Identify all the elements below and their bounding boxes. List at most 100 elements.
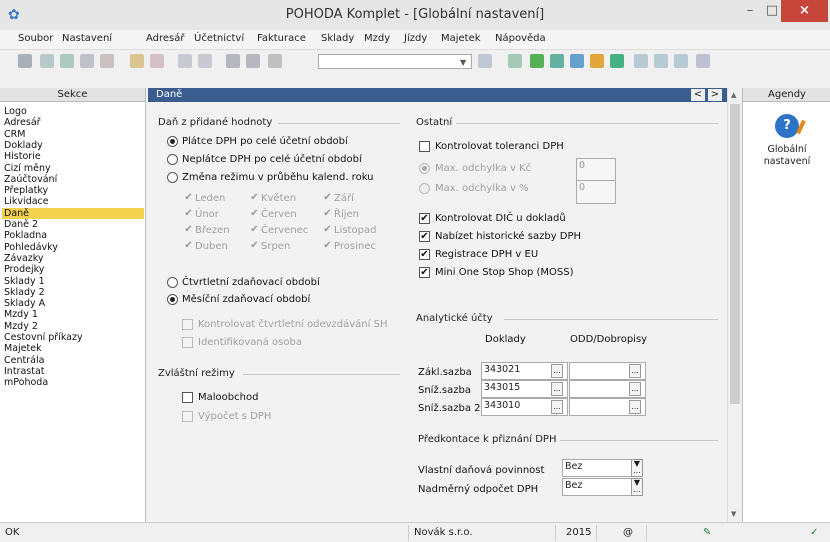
status-pen-icon[interactable]: ✎: [703, 527, 711, 538]
month-checkbox[interactable]: ✔: [249, 225, 260, 236]
sekce-item[interactable]: Pokladna: [4, 230, 47, 241]
neplatce-radio[interactable]: [167, 154, 178, 165]
scroll-up-icon[interactable]: ▲: [731, 91, 736, 99]
agenda-label-1[interactable]: Globální: [743, 144, 830, 155]
sekce-item[interactable]: mPohoda: [4, 377, 48, 388]
users-icon[interactable]: [590, 54, 604, 68]
month-checkbox[interactable]: ✔: [249, 241, 260, 252]
delete-icon[interactable]: [100, 54, 114, 68]
sniz-sazba-odd-browse-button[interactable]: ...: [629, 382, 641, 396]
month-checkbox[interactable]: ✔: [183, 241, 194, 252]
sniz-sazba-browse-button[interactable]: ...: [551, 382, 563, 396]
vlastni-select[interactable]: Bez: [562, 459, 642, 477]
registrace-checkbox[interactable]: ✔: [419, 249, 430, 260]
kontrolovat-sh-checkbox[interactable]: [182, 319, 193, 330]
menu-nastaveni[interactable]: Nastavení: [62, 33, 112, 44]
sekce-item[interactable]: Přeplatky: [4, 185, 48, 196]
sniz-sazba2-browse-button[interactable]: ...: [551, 400, 563, 414]
sekce-item[interactable]: CRM: [4, 129, 25, 140]
next-section-button[interactable]: >: [708, 89, 722, 101]
menu-mzdy[interactable]: Mzdy: [364, 33, 390, 44]
back-icon[interactable]: [178, 54, 192, 68]
sekce-item[interactable]: Zaúčtování: [4, 174, 57, 185]
global-settings-icon[interactable]: ?: [775, 114, 799, 138]
sekce-item[interactable]: Cestovní příkazy: [4, 332, 83, 343]
month-checkbox[interactable]: ✔: [183, 225, 194, 236]
menu-fakturace[interactable]: Fakturace: [257, 33, 306, 44]
month-checkbox[interactable]: ✔: [249, 209, 260, 220]
sekce-item[interactable]: Likvidace: [4, 196, 49, 207]
menu-ucetnictvi[interactable]: Účetnictví: [194, 33, 244, 44]
sekce-item[interactable]: Daně 2: [4, 219, 38, 230]
folder-icon[interactable]: [508, 54, 522, 68]
save-all-icon[interactable]: [246, 54, 260, 68]
ctvrtletni-radio[interactable]: [167, 277, 178, 288]
menu-jizdy[interactable]: Jízdy: [404, 33, 427, 44]
ban-icon[interactable]: [610, 54, 624, 68]
dic-checkbox[interactable]: ✔: [419, 213, 430, 224]
sekce-item[interactable]: Logo: [4, 106, 27, 117]
attach-icon[interactable]: [268, 54, 282, 68]
max-kc-radio[interactable]: [419, 163, 430, 174]
max-pct-input[interactable]: 0: [576, 180, 616, 204]
status-check-icon[interactable]: ✓: [810, 527, 818, 538]
zakl-sazba-odd-browse-button[interactable]: ...: [629, 364, 641, 378]
main-scrollbar[interactable]: ▲ ▼: [727, 88, 741, 522]
identifikovana-checkbox[interactable]: [182, 337, 193, 348]
print-icon[interactable]: [18, 54, 32, 68]
month-checkbox[interactable]: ✔: [322, 193, 333, 204]
close-button[interactable]: ×: [781, 0, 828, 22]
sekce-item[interactable]: Závazky: [4, 253, 44, 264]
sekce-item[interactable]: Sklady A: [4, 298, 45, 309]
copy-icon[interactable]: [80, 54, 94, 68]
sniz-sazba2-odd-browse-button[interactable]: ...: [629, 400, 641, 414]
sekce-item[interactable]: Adresář: [4, 117, 41, 128]
sekce-item[interactable]: Doklady: [4, 140, 43, 151]
menu-sklady[interactable]: Sklady: [321, 33, 354, 44]
month-checkbox[interactable]: ✔: [249, 193, 260, 204]
list-icon[interactable]: [654, 54, 668, 68]
calendar-icon[interactable]: [570, 54, 584, 68]
max-pct-radio[interactable]: [419, 183, 430, 194]
scroll-down-icon[interactable]: ▼: [731, 510, 736, 518]
zmena-radio[interactable]: [167, 172, 178, 183]
platce-radio[interactable]: [167, 136, 178, 147]
sekce-item[interactable]: Historie: [4, 151, 41, 162]
sekce-item[interactable]: Sklady 2: [4, 287, 45, 298]
sekce-item[interactable]: Intrastat: [4, 366, 45, 377]
filter-icon[interactable]: [150, 54, 164, 68]
help-icon[interactable]: [696, 54, 710, 68]
month-checkbox[interactable]: ✔: [322, 241, 333, 252]
sekce-item[interactable]: Daně: [2, 207, 144, 219]
sekce-item[interactable]: Majetek: [4, 343, 42, 354]
toolbar-combo[interactable]: [318, 54, 472, 69]
month-checkbox[interactable]: ✔: [322, 225, 333, 236]
maloobchod-checkbox[interactable]: [182, 392, 193, 403]
sekce-item[interactable]: Prodejky: [4, 264, 44, 275]
zakl-sazba-browse-button[interactable]: ...: [551, 364, 563, 378]
calculator-icon[interactable]: [550, 54, 564, 68]
vlastni-dropdown-icon[interactable]: ▼…: [631, 459, 643, 477]
table-icon[interactable]: [634, 54, 648, 68]
scroll-thumb[interactable]: [730, 104, 740, 404]
nadmerny-select[interactable]: Bez: [562, 478, 642, 496]
tolerance-checkbox[interactable]: [419, 141, 430, 152]
month-checkbox[interactable]: ✔: [322, 209, 333, 220]
status-at-icon[interactable]: @: [623, 527, 633, 538]
menu-adresar[interactable]: Adresář: [146, 33, 185, 44]
max-kc-input[interactable]: 0: [576, 158, 616, 182]
green-tool-icon[interactable]: [530, 54, 544, 68]
menu-majetek[interactable]: Majetek: [441, 33, 481, 44]
sekce-item[interactable]: Centrála: [4, 355, 44, 366]
historicke-checkbox[interactable]: ✔: [419, 231, 430, 242]
grid-icon[interactable]: [674, 54, 688, 68]
moss-checkbox[interactable]: ✔: [419, 267, 430, 278]
vypocet-checkbox[interactable]: [182, 411, 193, 422]
clear-filter-icon[interactable]: [478, 54, 492, 68]
edit-icon[interactable]: [40, 54, 54, 68]
sekce-item[interactable]: Sklady 1: [4, 276, 45, 287]
save-icon[interactable]: [226, 54, 240, 68]
sekce-item[interactable]: Mzdy 1: [4, 309, 38, 320]
add-icon[interactable]: [60, 54, 74, 68]
month-checkbox[interactable]: ✔: [183, 193, 194, 204]
